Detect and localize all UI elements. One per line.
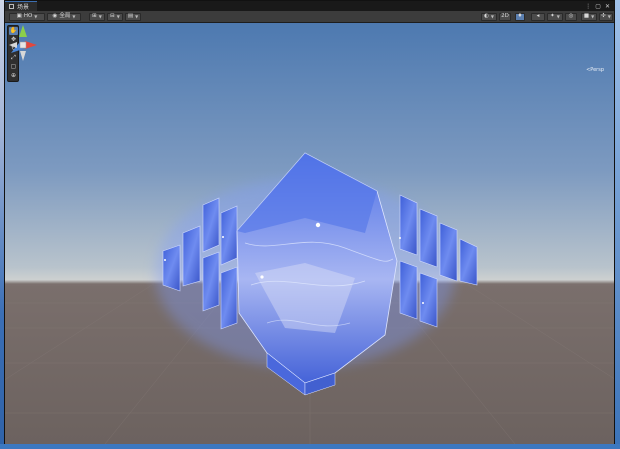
mode-2d-toggle[interactable]: 2D <box>499 13 511 21</box>
projection-label[interactable]: <Persp <box>586 67 604 73</box>
shading-mode-icon: ▣ <box>16 13 22 20</box>
chevron-down-icon: ▼ <box>556 14 560 19</box>
orientation-gizmo[interactable] <box>5 23 41 69</box>
neg-y-axis-cone[interactable] <box>20 51 26 61</box>
chevron-down-icon: ▼ <box>34 14 38 19</box>
chevron-down-icon: ▼ <box>116 14 120 19</box>
gizmos-dropdown[interactable]: ✣ ▼ <box>599 13 613 21</box>
audio-toggle[interactable]: ◂ <box>531 13 545 21</box>
snap-increment-button[interactable]: ⊟ ▼ <box>107 13 123 21</box>
ruler-button[interactable]: ▤ ▼ <box>125 13 141 21</box>
speaker-icon: ◂ <box>536 13 540 20</box>
more-options-icon[interactable]: ⋮ <box>585 3 591 10</box>
scene-render <box>5 152 614 444</box>
chevron-down-icon: ▼ <box>591 14 595 19</box>
lighting-toggle[interactable]: ♦ <box>515 13 525 21</box>
draw-mode-icon: ◐ <box>484 13 489 20</box>
scene-window: 场景 ⋮ ▢ ✕ ▣ HO ▼ ◉ 全局 ▼ ⊞ ▼ ⊟ ▼ ▤ ▼ ◐ ▼ 2… <box>4 0 615 444</box>
chevron-down-icon: ▼ <box>98 14 102 19</box>
scene-viewport[interactable]: ✋ ✥ ↻ ⤢ ▢ ⊕ <Persp <box>5 23 614 444</box>
hidden-objects-toggle[interactable]: ◎ <box>565 13 577 21</box>
neg-x-axis-cone[interactable] <box>9 42 17 48</box>
shading-mode-label: HO <box>23 13 33 20</box>
draw-mode-dropdown[interactable]: ◐ ▼ <box>481 13 497 21</box>
gizmos-icon: ✣ <box>601 13 606 20</box>
chevron-down-icon: ▼ <box>72 14 76 19</box>
gizmo-center-cube[interactable] <box>19 41 27 49</box>
tab-scene[interactable]: 场景 <box>5 1 38 11</box>
grid-icon: ⊞ <box>92 13 97 20</box>
mode-2d-label: 2D <box>501 13 509 20</box>
chevron-down-icon: ▼ <box>607 14 611 19</box>
shading-mode-dropdown[interactable]: ▣ HO ▼ <box>9 13 45 21</box>
window-titlebar: 场景 ⋮ ▢ ✕ <box>5 1 614 11</box>
chevron-down-icon: ▼ <box>490 14 494 19</box>
global-toggle-label: 全局 <box>59 13 71 20</box>
grid-snapping-button[interactable]: ⊞ ▼ <box>89 13 105 21</box>
scene-toolbar: ▣ HO ▼ ◉ 全局 ▼ ⊞ ▼ ⊟ ▼ ▤ ▼ ◐ ▼ 2D ♦ ◂ ✦ ▼… <box>5 11 614 23</box>
desktop-background-right <box>615 0 620 449</box>
x-axis-cone[interactable] <box>25 41 37 49</box>
snap-grid-icon: ⊟ <box>110 13 115 20</box>
effects-dropdown[interactable]: ✦ ▼ <box>547 13 563 21</box>
scene-tab-icon <box>9 4 14 9</box>
transform-tool-icon[interactable]: ⊕ <box>9 72 18 80</box>
globe-icon: ◉ <box>52 13 58 20</box>
y-axis-cone[interactable] <box>19 25 27 37</box>
taskbar-strip <box>0 444 620 449</box>
maximize-icon[interactable]: ▢ <box>595 3 601 10</box>
close-icon[interactable]: ✕ <box>605 3 610 10</box>
ruler-icon: ▤ <box>127 13 134 20</box>
lightbulb-icon: ♦ <box>517 13 523 20</box>
chevron-down-icon: ▼ <box>135 14 139 19</box>
eye-slash-icon: ◎ <box>568 13 574 20</box>
scene-tab-label: 场景 <box>17 4 30 11</box>
camera-dropdown[interactable]: ■ ▼ <box>581 13 597 21</box>
global-toggle-dropdown[interactable]: ◉ 全局 ▼ <box>47 13 81 21</box>
window-controls: ⋮ ▢ ✕ <box>585 3 614 10</box>
effects-icon: ✦ <box>550 13 555 20</box>
camera-icon: ■ <box>583 13 590 20</box>
